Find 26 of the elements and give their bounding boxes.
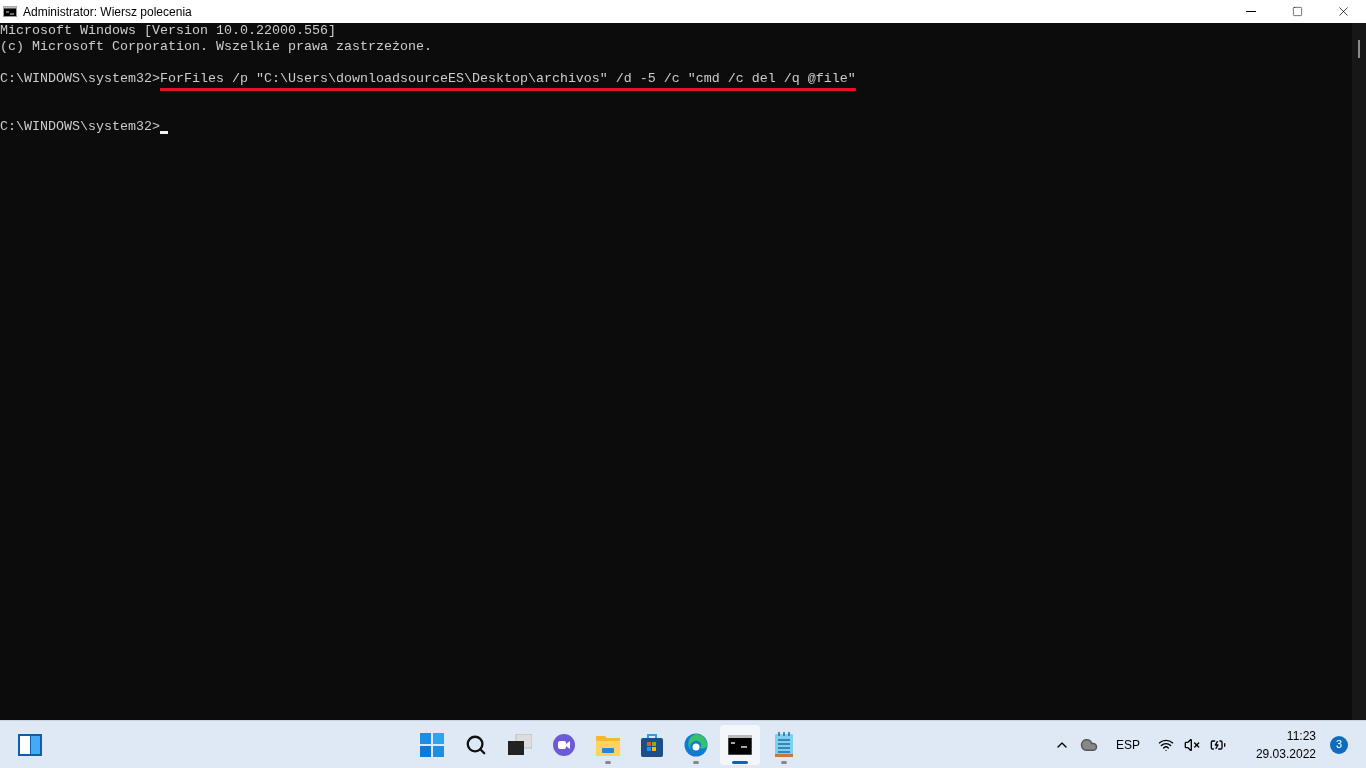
chat-icon [551, 732, 576, 757]
folder-icon [595, 733, 620, 756]
output-text: (c) Microsoft Corporation. Wszelkie prawa zastrzeżone. [0, 39, 432, 55]
prompt-text: C:\WINDOWS\system32> [0, 119, 160, 135]
scrollbar[interactable] [1352, 23, 1366, 720]
store-bag-icon [640, 732, 663, 757]
speaker-muted-icon[interactable] [1183, 736, 1200, 753]
command-text: ForFiles /p "C:\Users\downloadsourceES\Desktop\archivos" /d -5 /c "cmd /c del /q @file" [159, 71, 856, 87]
edge-browser-icon [683, 732, 708, 757]
language-indicator[interactable]: ESP [1115, 735, 1140, 754]
widgets-icon[interactable] [18, 733, 42, 756]
restore-icon [1291, 6, 1303, 17]
taskbar-app-button[interactable] [719, 724, 760, 765]
task-view-icon [507, 733, 532, 756]
window-title: Administrator: Wiersz polecenia [23, 3, 192, 21]
prompt-text: C:\WINDOWS\system32> [0, 71, 160, 87]
command-prompt-icon [3, 6, 17, 17]
command-prompt-icon [727, 734, 752, 755]
search-icon [464, 733, 487, 756]
windows-logo-icon [419, 732, 444, 757]
notification-badge[interactable]: 3 [1330, 735, 1348, 754]
minimize-icon [1246, 11, 1256, 12]
notepad-icon [773, 731, 794, 758]
clock-date[interactable]: 29.03.2022 [1255, 744, 1316, 763]
clock-time[interactable]: 11:23 [1286, 726, 1316, 745]
output-text: Microsoft Windows [Version 10.0.22000.556] [0, 23, 336, 39]
